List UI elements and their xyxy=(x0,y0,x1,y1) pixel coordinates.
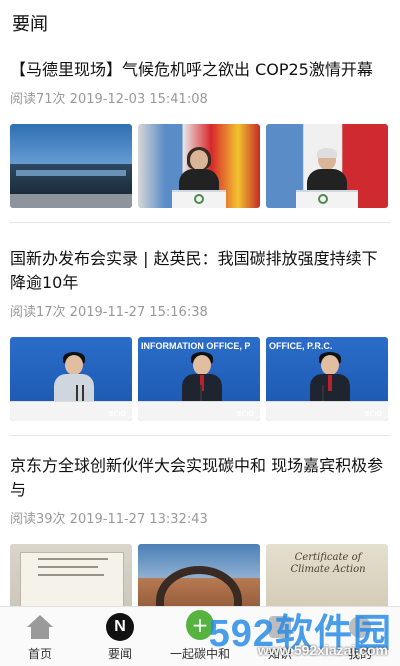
scio-badge: SCIO xyxy=(236,411,254,418)
news-article[interactable]: 京东方全球创新伙伴大会实现碳中和 现场嘉宾积极参与 阅读39次 2019-11-… xyxy=(0,436,400,606)
article-title[interactable]: 国新办发布会实录 | 赵英民：我国碳排放强度持续下降逾10年 xyxy=(10,247,390,295)
head-shape xyxy=(193,355,211,375)
tie-shape xyxy=(328,375,332,391)
thumbnail-document-image[interactable] xyxy=(10,544,132,606)
thumbnail-speaker-image[interactable] xyxy=(138,124,260,208)
nav-item-carbon-neutral[interactable]: + 一起碳中和 xyxy=(160,607,240,666)
ground-shape xyxy=(10,194,132,208)
arch-shape xyxy=(156,566,242,606)
thumbnail-press-image[interactable]: SCIO xyxy=(10,337,132,421)
base-shape xyxy=(31,626,49,639)
building-shape xyxy=(10,164,132,194)
book-shape xyxy=(269,616,291,638)
news-article[interactable]: 【马德里现场】气候危机呼之欲出 COP25激情开幕 阅读71次 2019-12-… xyxy=(0,42,400,208)
head-shape xyxy=(65,355,83,375)
page-header: 要闻 xyxy=(0,0,400,42)
article-meta: 阅读39次 2019-11-27 13:32:43 xyxy=(10,512,208,527)
home-icon xyxy=(26,613,54,641)
news-feed[interactable]: 【马德里现场】气候危机呼之欲出 COP25激情开幕 阅读71次 2019-12-… xyxy=(0,42,400,606)
article-title[interactable]: 京东方全球创新伙伴大会实现碳中和 现场嘉宾积极参与 xyxy=(10,454,390,502)
press-backdrop-text: OFFICE, P.R.C. xyxy=(269,341,333,351)
article-thumbnails[interactable]: SCIO INFORMATION OFFICE, P SCIO OFFICE, … xyxy=(10,337,390,421)
scio-badge: SCIO xyxy=(108,411,126,418)
head-shape xyxy=(190,150,208,170)
nav-label: 一起碳中和 xyxy=(169,647,230,661)
thumbnail-press-image-2[interactable]: INFORMATION OFFICE, P SCIO xyxy=(138,337,260,421)
leaf-glyph: + xyxy=(186,610,214,640)
news-article[interactable]: 国新办发布会实录 | 赵英民：我国碳排放强度持续下降逾10年 阅读17次 201… xyxy=(0,223,400,421)
nav-item-knowledge[interactable]: 知识 xyxy=(240,607,320,666)
news-icon: N xyxy=(106,613,134,641)
nav-label: 要闻 xyxy=(107,647,132,661)
thumbnail-certificate-image[interactable]: Certificate of Climate Action xyxy=(266,544,388,606)
nav-label: 知识 xyxy=(267,647,292,661)
speaker-figure xyxy=(182,352,222,408)
nav-item-news[interactable]: N 要闻 xyxy=(80,607,160,666)
hair-shape xyxy=(317,148,337,158)
thumbnail-press-image-3[interactable]: OFFICE, P.R.C. SCIO xyxy=(266,337,388,421)
home-shape xyxy=(27,615,53,639)
profile-icon xyxy=(346,613,374,641)
nav-item-profile[interactable]: 我的 xyxy=(320,607,400,666)
cop25-logo-icon xyxy=(318,194,328,204)
profile-shape xyxy=(349,616,371,638)
article-thumbnails[interactable] xyxy=(10,124,390,208)
microphone-icon xyxy=(322,385,324,401)
leaf-icon: + xyxy=(186,610,214,641)
document-line xyxy=(38,566,98,568)
thumbnail-venue-image[interactable] xyxy=(138,544,260,606)
document-line xyxy=(38,558,108,560)
document-line xyxy=(38,574,104,576)
thumbnail-venue-image[interactable] xyxy=(10,124,132,208)
document-card xyxy=(20,552,124,606)
page-title: 要闻 xyxy=(12,14,48,35)
podium-shape xyxy=(172,190,226,208)
microphone-icon xyxy=(200,385,202,401)
bottom-nav: 首页 N 要闻 + 一起碳中和 知识 我的 xyxy=(0,606,400,666)
speaker-figure xyxy=(310,352,350,408)
article-meta: 阅读71次 2019-12-03 15:41:08 xyxy=(10,92,208,107)
nav-item-home[interactable]: 首页 xyxy=(0,607,80,666)
head-shape xyxy=(321,355,339,375)
nav-label: 我的 xyxy=(347,647,372,661)
article-meta: 阅读17次 2019-11-27 15:16:38 xyxy=(10,305,208,320)
nav-label: 首页 xyxy=(27,647,52,661)
certificate-text: Certificate of Climate Action xyxy=(290,552,366,575)
news-glyph: N xyxy=(106,613,134,641)
scio-badge: SCIO xyxy=(364,411,382,418)
article-thumbnails[interactable]: Certificate of Climate Action xyxy=(10,544,390,606)
cop25-logo-icon xyxy=(194,194,204,204)
thumbnail-speaker-image-2[interactable] xyxy=(266,124,388,208)
microphone-icon xyxy=(82,385,84,401)
book-icon xyxy=(266,613,294,641)
microphone-icon xyxy=(76,385,78,401)
building-stripe xyxy=(16,170,126,176)
press-backdrop-text: INFORMATION OFFICE, P xyxy=(141,341,251,351)
speaker-figure xyxy=(54,352,94,408)
podium-shape xyxy=(296,190,358,208)
article-title[interactable]: 【马德里现场】气候危机呼之欲出 COP25激情开幕 xyxy=(10,58,390,82)
